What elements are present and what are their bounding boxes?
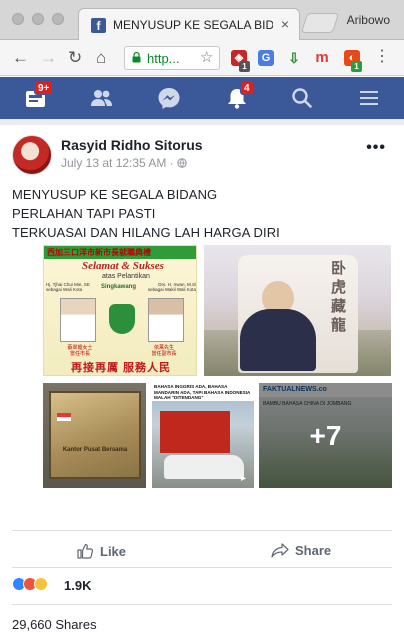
browser-window: f MENYUSUP KE SEGALA BIDANG × Aribowo ← … (0, 0, 404, 641)
post-options-icon[interactable]: ••• (366, 139, 386, 157)
post-text-line: PERLAHAN TAPI PASTI (12, 206, 156, 221)
facebook-nav-bar: 9+ 4 (0, 77, 404, 119)
facebook-favicon-icon: f (91, 18, 106, 33)
city-emblem-icon (109, 304, 135, 334)
banner-city: Singkawang (101, 284, 137, 290)
sign-carved-text: 卧虎藏龍 (331, 260, 347, 334)
indonesia-flag-icon (57, 413, 71, 421)
new-tab-button[interactable] (300, 13, 340, 33)
play-icon: ▸ (240, 473, 246, 484)
zoom-window-button[interactable] (52, 13, 64, 25)
globe-icon (177, 158, 187, 168)
banner-subtitle: atas Pelantikan (102, 273, 150, 280)
browser-menu-icon[interactable]: ⋮ (374, 49, 390, 65)
back-arrow-icon[interactable]: ← (12, 48, 29, 68)
banner-left-caption: Hj. Tjhai Chui Mie, SE sebagai Wali Kota (46, 282, 98, 292)
meta-separator: · (169, 156, 174, 170)
minimize-window-button[interactable] (32, 13, 44, 25)
translate-extension-icon[interactable]: G (258, 50, 274, 66)
avatar[interactable] (12, 135, 52, 175)
person-body (240, 309, 316, 371)
banner-left-role: sebagai Wali Kota (46, 287, 83, 292)
post-card: Rasyid Ridho Sitorus July 13 at 12:35 AM… (0, 125, 404, 641)
banner-portrait-left (60, 298, 96, 342)
reaction-count[interactable]: 1.9K (64, 578, 91, 593)
post-author[interactable]: Rasyid Ridho Sitorus (61, 137, 203, 153)
banner-right-caption: Drs. H. Irwan, M.Si sebagai Wakil Wali K… (144, 282, 196, 292)
thumbs-up-icon (77, 543, 94, 559)
banner-greeting: Selamat & Sukses (82, 260, 164, 272)
forward-arrow-icon[interactable]: → (40, 48, 57, 68)
post-text-line: TERKUASAI DAN HILANG LAH HARGA DIRI (12, 225, 280, 240)
browser-tab[interactable]: f MENYUSUP KE SEGALA BIDANG × (78, 8, 300, 41)
share-label: Share (295, 543, 332, 558)
friends-icon[interactable] (89, 86, 115, 110)
banner-chinese-title: 西加三口洋市新市長就職典禮 (47, 248, 151, 257)
white-car (164, 455, 244, 479)
title-bar: f MENYUSUP KE SEGALA BIDANG × Aribowo (0, 0, 404, 41)
post-meta: July 13 at 12:35 AM · (61, 156, 187, 170)
shares-count[interactable]: 29,660 Shares (12, 617, 97, 632)
banner-motto: 再接再厲 服務人民 (70, 362, 172, 374)
lock-icon (132, 52, 141, 63)
more-photos-overlay[interactable]: +7 (259, 383, 392, 488)
mendeley-extension-icon[interactable]: m (314, 50, 330, 66)
news-feed: Rasyid Ridho Sitorus July 13 at 12:35 AM… (0, 119, 404, 641)
url-text: http... (147, 51, 180, 66)
home-icon[interactable]: ⌂ (96, 48, 106, 68)
extension-badge-green: 1 (351, 61, 362, 72)
plaque-text: Kantor Pusat Bersama (62, 447, 128, 453)
banner-right-cn-role: 當任副市長 (151, 351, 177, 357)
banner-right-role: sebagai Wakil Wali Kota (147, 287, 196, 292)
banner-left-cn: 蔡翠媚女士 當任市長 (52, 345, 108, 357)
signboard-caption: BAHASA INGGRIS ADA, BAHASA MANDARIN ADA,… (152, 383, 254, 401)
sad-reaction-icon (34, 577, 48, 591)
share-button[interactable]: Share (271, 543, 331, 558)
reload-icon[interactable]: ↻ (68, 48, 82, 68)
photo-congratulation-banner[interactable]: 西加三口洋市新市長就職典禮 Selamat & Sukses atas Pela… (43, 245, 197, 376)
bookmark-star-icon[interactable]: ☆ (200, 48, 213, 66)
divider (12, 604, 392, 605)
banner-portrait-right (148, 298, 184, 342)
photo-plaque[interactable]: Kantor Pusat Bersama (43, 383, 146, 488)
feed-badge: 9+ (34, 81, 54, 95)
profile-name[interactable]: Aribowo (347, 13, 390, 27)
notifications-badge: 4 (240, 81, 254, 95)
divider (12, 530, 392, 531)
browser-toolbar: ← → ↻ ⌂ http... ☆ ◈ 1 G ⇩ m ◐ 1 ⋮ (0, 40, 404, 76)
extension-badge: 1 (239, 61, 250, 72)
download-extension-icon[interactable]: ⇩ (286, 50, 302, 66)
bronze-plaque (49, 391, 141, 479)
post-text-line: MENYUSUP KE SEGALA BIDANG (12, 187, 218, 202)
red-signboard (160, 411, 230, 453)
menu-icon[interactable] (356, 86, 382, 110)
photo-stone-sign[interactable]: 卧虎藏龍 (204, 245, 391, 376)
photo-more-images[interactable]: FAKTUALNEWS.co BAMBU BAHASA CHINA DI JOM… (259, 383, 392, 488)
tab-title: MENYUSUP KE SEGALA BIDANG (113, 18, 273, 32)
post-timestamp[interactable]: July 13 at 12:35 AM (61, 156, 166, 170)
messenger-icon[interactable] (156, 86, 182, 110)
like-button[interactable]: Like (77, 543, 126, 559)
banner-left-cn-role: 當任市長 (69, 351, 90, 357)
search-icon[interactable] (289, 86, 315, 110)
share-arrow-icon (271, 543, 289, 558)
close-window-button[interactable] (12, 13, 24, 25)
photo-signboard[interactable]: BAHASA INGGRIS ADA, BAHASA MANDARIN ADA,… (152, 383, 254, 488)
like-label: Like (100, 544, 127, 559)
tab-close-icon[interactable]: × (281, 16, 289, 32)
banner-right-cn: 依萬先生 當任副市長 (136, 345, 192, 357)
divider (12, 567, 392, 568)
